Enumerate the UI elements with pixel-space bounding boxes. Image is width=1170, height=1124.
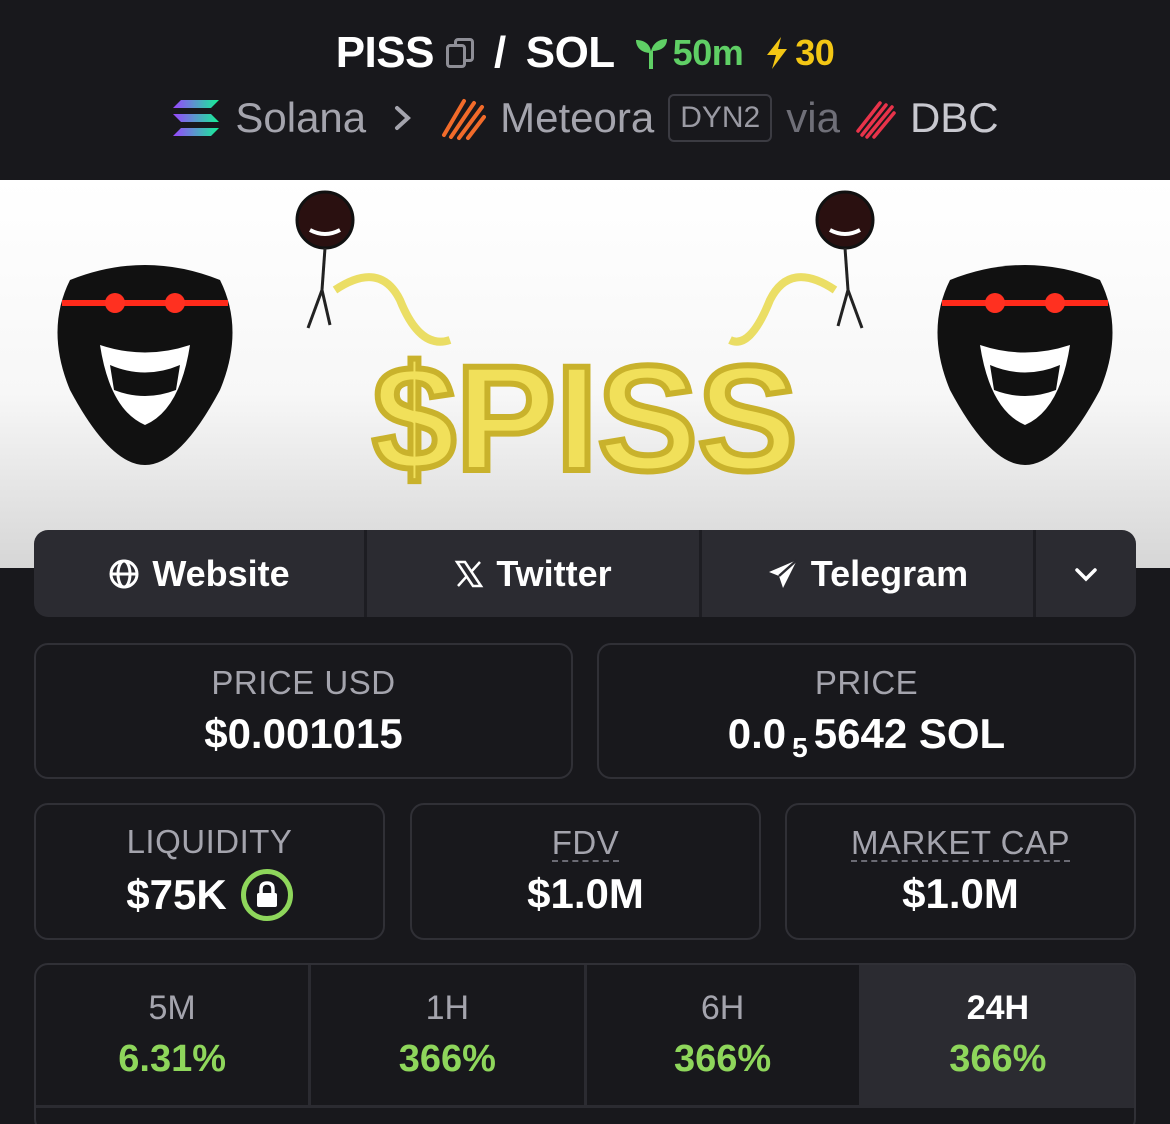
- telegram-button[interactable]: Telegram: [702, 530, 1036, 617]
- copy-icon[interactable]: [444, 36, 474, 70]
- x-icon: [454, 560, 484, 587]
- banner-image: $PISS: [57, 190, 1113, 505]
- market-cap-box: MARKET CAP $1.0M: [785, 803, 1136, 940]
- twitter-button[interactable]: Twitter: [367, 530, 702, 617]
- tab-change: 366%: [398, 1038, 496, 1080]
- price-native-value: 0.0 5 5642 SOL: [727, 710, 1006, 763]
- troll-face-left: [57, 265, 233, 465]
- banner-text: $PISS: [372, 334, 797, 502]
- tab-divider: [36, 1105, 1134, 1124]
- website-button[interactable]: Website: [34, 530, 367, 617]
- fdv-label[interactable]: FDV: [551, 825, 620, 862]
- liquidity-value: $75K: [126, 870, 227, 918]
- liquidity-value-row: $75K: [126, 868, 293, 921]
- price-prefix: 0.0: [727, 710, 787, 757]
- price-native-box: PRICE 0.0 5 5642 SOL: [597, 643, 1136, 779]
- price-change-tabs: 5M 6.31% 1H 366% 6H 366% 24H 366%: [34, 963, 1136, 1124]
- twitter-label: Twitter: [496, 552, 612, 594]
- stick-figure-left: [295, 190, 355, 329]
- tab-label: 24H: [966, 989, 1030, 1027]
- tab-6h[interactable]: 6H 366%: [587, 965, 862, 1105]
- market-cap-label[interactable]: MARKET CAP: [851, 825, 1070, 862]
- pair-header: PISS / SOL 50m 30 Solana Meteora DYN2 vi…: [0, 0, 1170, 180]
- price-rest: 5642 SOL: [813, 710, 1006, 757]
- pair-title: PISS / SOL 50m 30: [0, 28, 1170, 78]
- lightning-icon: [767, 37, 788, 69]
- pair-slash: /: [493, 28, 506, 77]
- chevron-down-icon: [1075, 567, 1097, 581]
- chevron-right-icon: [395, 106, 412, 130]
- fdv-box: FDV $1.0M: [410, 803, 761, 940]
- dex-name[interactable]: Meteora: [500, 94, 654, 142]
- tab-change: 6.31%: [118, 1038, 226, 1080]
- quote-symbol: SOL: [525, 28, 615, 77]
- pair-age: 50m: [633, 32, 744, 74]
- token-banner: $PISS: [0, 180, 1170, 568]
- website-label: Website: [152, 552, 290, 594]
- tab-24h[interactable]: 24H 366%: [861, 965, 1134, 1105]
- troll-face-right: [937, 265, 1113, 465]
- lock-icon[interactable]: [240, 868, 293, 921]
- market-cap-value: $1.0M: [902, 869, 1019, 917]
- age-text: 50m: [672, 32, 744, 73]
- seedling-icon: [635, 39, 667, 69]
- chain-name[interactable]: Solana: [235, 94, 366, 142]
- globe-icon: [109, 559, 139, 588]
- liquidity-label: LIQUIDITY: [126, 822, 293, 860]
- base-symbol: PISS: [335, 28, 435, 77]
- tab-label: 6H: [700, 989, 745, 1027]
- tab-change: 366%: [674, 1038, 772, 1080]
- tab-label: 5M: [148, 989, 196, 1027]
- solana-logo: [173, 100, 220, 136]
- tab-1h[interactable]: 1H 366%: [311, 965, 587, 1105]
- tab-label: 1H: [425, 989, 470, 1027]
- launchpad-name[interactable]: DBC: [910, 94, 999, 142]
- meteora-logo: [442, 99, 487, 140]
- price-usd-value: $0.001015: [204, 710, 403, 757]
- social-links-bar: Website Twitter Telegram: [34, 530, 1136, 617]
- fdv-value: $1.0M: [527, 869, 644, 917]
- stick-figure-right: [815, 190, 875, 329]
- chain-breadcrumb: Solana Meteora DYN2 via DBC: [0, 94, 1170, 142]
- telegram-icon: [768, 558, 798, 588]
- more-links-button[interactable]: [1036, 530, 1136, 617]
- boost-text: 30: [795, 32, 835, 73]
- tab-5m[interactable]: 5M 6.31%: [36, 965, 312, 1105]
- dbc-logo: [856, 101, 896, 139]
- boost-count[interactable]: 30: [763, 32, 835, 74]
- tab-change: 366%: [949, 1038, 1047, 1080]
- via-label: via: [786, 94, 840, 141]
- telegram-label: Telegram: [810, 552, 969, 594]
- price-usd-label: PRICE USD: [211, 664, 396, 701]
- liquidity-box: LIQUIDITY $75K: [34, 803, 385, 940]
- dex-badge: DYN2: [668, 94, 773, 142]
- price-zero-count: 5: [792, 732, 808, 763]
- price-label: PRICE: [814, 664, 919, 701]
- price-usd-box: PRICE USD $0.001015: [34, 643, 573, 779]
